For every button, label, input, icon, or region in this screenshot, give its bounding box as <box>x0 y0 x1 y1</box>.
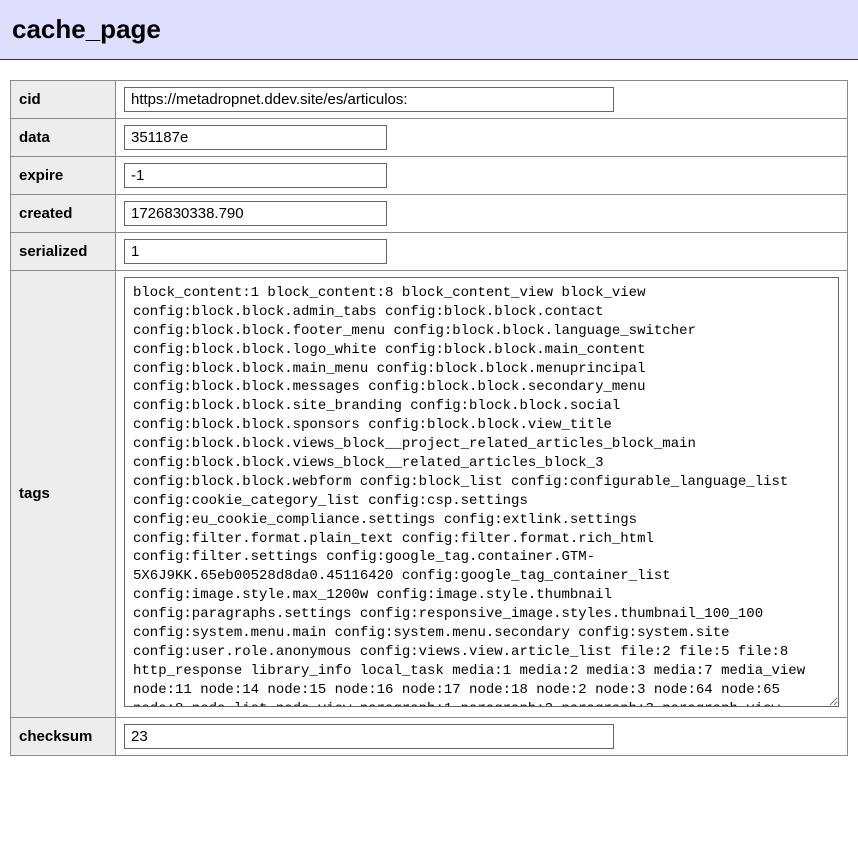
row-checksum: checksum <box>11 717 848 755</box>
textarea-tags[interactable]: block_content:1 block_content:8 block_co… <box>124 277 839 707</box>
row-cid: cid <box>11 81 848 119</box>
input-cid[interactable] <box>124 87 614 112</box>
label-expire: expire <box>11 157 116 195</box>
cell-created <box>116 195 848 233</box>
page-title: cache_page <box>12 14 846 45</box>
input-expire[interactable] <box>124 163 387 188</box>
cell-cid <box>116 81 848 119</box>
cell-expire <box>116 157 848 195</box>
row-tags: tags block_content:1 block_content:8 blo… <box>11 271 848 718</box>
input-serialized[interactable] <box>124 239 387 264</box>
label-checksum: checksum <box>11 717 116 755</box>
cell-data <box>116 119 848 157</box>
label-cid: cid <box>11 81 116 119</box>
label-serialized: serialized <box>11 233 116 271</box>
input-created[interactable] <box>124 201 387 226</box>
input-checksum[interactable] <box>124 724 614 749</box>
row-serialized: serialized <box>11 233 848 271</box>
cell-tags: block_content:1 block_content:8 block_co… <box>116 271 848 718</box>
page-header: cache_page <box>0 0 858 60</box>
label-created: created <box>11 195 116 233</box>
row-created: created <box>11 195 848 233</box>
row-data: data <box>11 119 848 157</box>
label-tags: tags <box>11 271 116 718</box>
input-data[interactable] <box>124 125 387 150</box>
cell-checksum <box>116 717 848 755</box>
label-data: data <box>11 119 116 157</box>
row-expire: expire <box>11 157 848 195</box>
record-table: cid data expire created serialized <box>10 80 848 756</box>
cell-serialized <box>116 233 848 271</box>
content-area: cid data expire created serialized <box>0 60 858 766</box>
